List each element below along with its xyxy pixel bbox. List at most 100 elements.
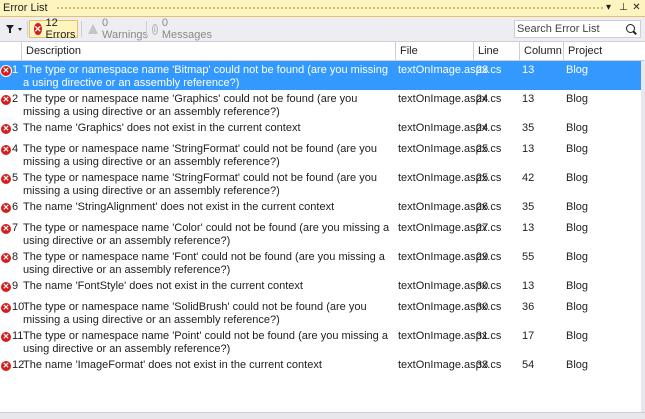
row-line: 29: [476, 251, 489, 263]
row-project: Blog: [566, 143, 589, 155]
row-description: The name 'Graphics' does not exist in th…: [23, 122, 301, 134]
row-column: 36: [522, 301, 535, 313]
row-column: 13: [522, 93, 535, 105]
row-line: 30: [476, 301, 489, 313]
row-description: The type or namespace name 'Graphics' co…: [23, 93, 358, 118]
row-number: 2: [12, 93, 19, 105]
error-row[interactable]: ✕ 8 The type or namespace name 'Font' coul…: [0, 248, 645, 277]
row-line: 24: [476, 122, 489, 134]
error-row[interactable]: ✕ 1 The type or namespace name 'Bitmap' co…: [0, 61, 645, 90]
row-number: 7: [12, 222, 19, 234]
warnings-filter-button[interactable]: 0 Warnings: [84, 17, 148, 41]
toolbar-divider: [27, 21, 28, 37]
row-description: The type or namespace name 'Bitmap' coul…: [23, 64, 388, 89]
row-number: 5: [12, 172, 19, 184]
row-description: The type or namespace name 'Color' could…: [23, 222, 390, 247]
error-row[interactable]: ✕ 4 The type or namespace name 'StringForm…: [0, 140, 645, 169]
row-number: 11: [12, 330, 24, 342]
row-project: Blog: [566, 330, 589, 342]
error-row[interactable]: ✕ 12 The name 'ImageFormat' does not exist…: [0, 356, 645, 377]
errors-filter-button[interactable]: ✕ 12 Errors: [29, 17, 78, 41]
drag-grip[interactable]: [56, 6, 603, 11]
row-number: 1: [12, 64, 19, 76]
error-row[interactable]: ✕ 6 The name 'StringAlignment' does not ex…: [0, 198, 645, 219]
error-row[interactable]: ✕ 2 The type or namespace name 'Graphics' …: [0, 90, 645, 119]
row-number: 8: [12, 251, 19, 263]
column-header-line[interactable]: Line: [473, 42, 519, 60]
row-number: 4: [12, 143, 19, 155]
error-icon: ✕: [1, 253, 11, 263]
messages-count-label: 0 Messages: [161, 17, 213, 41]
row-column: 13: [522, 64, 535, 76]
column-header-file[interactable]: File: [395, 42, 473, 60]
row-description: The name 'StringAlignment' does not exis…: [23, 201, 335, 213]
chevron-down-icon: [18, 28, 22, 31]
pin-icon[interactable]: ⊥: [617, 1, 630, 15]
row-column: 17: [522, 330, 535, 342]
row-column: 54: [522, 359, 535, 371]
row-column: 13: [522, 280, 535, 292]
toolbar: ✕ 12 Errors 0 Warnings i 0 Messages: [0, 17, 645, 42]
toolbar-divider: [146, 21, 147, 37]
error-icon: ✕: [1, 145, 11, 155]
row-line: 24: [476, 93, 489, 105]
error-row[interactable]: ✕ 3 The name 'Graphics' does not exist in …: [0, 119, 645, 140]
error-icon: ✕: [34, 23, 42, 35]
warning-icon: [88, 24, 98, 34]
error-row[interactable]: ✕ 10 The type or namespace name 'SolidBrus…: [0, 298, 645, 327]
row-project: Blog: [566, 201, 589, 213]
row-line: 30: [476, 280, 489, 292]
error-row[interactable]: ✕ 9 The name 'FontStyle' does not exist in…: [0, 277, 645, 298]
row-line: 33: [476, 359, 489, 371]
row-column: 13: [522, 143, 535, 155]
row-line: 31: [476, 330, 489, 342]
search-icon[interactable]: [626, 24, 635, 33]
row-column: 35: [522, 201, 535, 213]
toolbar-divider: [81, 21, 82, 37]
row-line: 25: [476, 143, 489, 155]
error-row[interactable]: ✕ 5 The type or namespace name 'StringForm…: [0, 169, 645, 198]
row-description: The type or namespace name 'Font' could …: [23, 251, 385, 276]
error-icon: ✕: [1, 174, 11, 184]
error-icon: ✕: [1, 66, 11, 76]
column-header-description[interactable]: Description: [21, 42, 395, 60]
title-bar: Error List ▾ ⊥ ✕: [0, 0, 645, 17]
messages-filter-button[interactable]: i 0 Messages: [148, 17, 216, 41]
row-project: Blog: [566, 122, 589, 134]
column-header-column[interactable]: Column: [519, 42, 563, 60]
search-box: [514, 20, 641, 38]
error-row[interactable]: ✕ 11 The type or namespace name 'Point' co…: [0, 327, 645, 356]
column-header-row: Description File Line Column Project: [0, 42, 645, 61]
close-icon[interactable]: ✕: [630, 1, 643, 15]
error-icon: ✕: [1, 203, 11, 213]
search-input[interactable]: [517, 22, 621, 36]
row-column: 55: [522, 251, 535, 263]
row-project: Blog: [566, 93, 589, 105]
row-column: 35: [522, 122, 535, 134]
row-project: Blog: [566, 251, 589, 263]
row-project: Blog: [566, 64, 589, 76]
row-description: The type or namespace name 'StringFormat…: [23, 143, 377, 168]
row-description: The name 'ImageFormat' does not exist in…: [23, 359, 322, 371]
row-number: 3: [12, 122, 19, 134]
window-title: Error List: [3, 2, 48, 14]
row-line: 27: [476, 222, 489, 234]
horizontal-scrollbar[interactable]: [0, 412, 645, 419]
dropdown-arrow-icon[interactable]: ▾: [602, 1, 615, 15]
error-icon: ✕: [1, 224, 11, 234]
error-icon: ✕: [1, 282, 11, 292]
column-header-project[interactable]: Project: [563, 42, 641, 60]
error-icon: ✕: [1, 361, 11, 371]
row-number: 9: [12, 280, 19, 292]
row-project: Blog: [566, 301, 589, 313]
filter-button[interactable]: [4, 21, 24, 37]
error-icon: ✕: [1, 124, 11, 134]
row-number: 6: [12, 201, 19, 213]
vertical-scrollbar[interactable]: [641, 61, 645, 419]
row-line: 26: [476, 201, 489, 213]
row-description: The type or namespace name 'StringFormat…: [23, 172, 377, 197]
icon-column-header[interactable]: [0, 42, 21, 60]
error-row[interactable]: ✕ 7 The type or namespace name 'Color' cou…: [0, 219, 645, 248]
error-icon: ✕: [1, 303, 11, 313]
info-icon: i: [152, 23, 158, 35]
